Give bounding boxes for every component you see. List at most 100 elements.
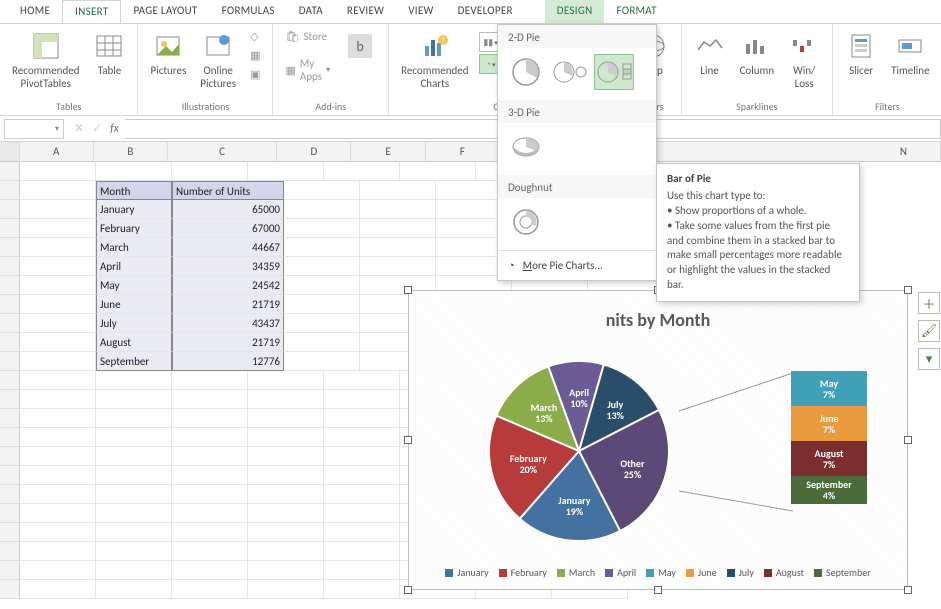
col-header[interactable]: A <box>20 142 94 161</box>
tab-design[interactable]: DESIGN <box>545 0 605 23</box>
table-cell-value[interactable]: 44667 <box>172 238 284 257</box>
tab-format[interactable]: FORMAT <box>604 0 668 23</box>
sparkline-column-button[interactable]: Column <box>736 28 779 79</box>
tab-home[interactable]: HOME <box>8 0 62 23</box>
table-cell-value[interactable]: 21719 <box>172 333 284 352</box>
table-cell-month[interactable]: September <box>96 352 172 371</box>
table-cell-month[interactable]: May <box>96 276 172 295</box>
bar-segment[interactable]: August7% <box>791 441 867 476</box>
secondary-bar-stack[interactable]: May7%June7%August7%September4% <box>791 371 867 504</box>
col-header[interactable]: B <box>94 142 168 161</box>
tab-developer[interactable]: DEVELOPER <box>446 0 525 23</box>
tab-view[interactable]: VIEW <box>396 0 445 23</box>
timeline-button[interactable]: Timeline <box>887 28 933 79</box>
resize-handle[interactable] <box>904 586 912 594</box>
column-headers: A B C D E F G N <box>0 142 941 162</box>
table-cell-value[interactable]: 43437 <box>172 314 284 333</box>
select-all-corner[interactable] <box>0 142 20 161</box>
screenshot-button[interactable]: ▣ <box>246 66 264 83</box>
table-cell-month[interactable]: March <box>96 238 172 257</box>
bing-maps-button[interactable]: b <box>340 28 380 66</box>
more-pie-charts-button[interactable]: ◔ MMore Pie Charts...ore Pie Charts... <box>498 250 656 280</box>
legend-item[interactable]: March <box>557 566 595 579</box>
sparkline-winloss-icon <box>788 30 820 62</box>
table-cell-value[interactable]: 65000 <box>172 200 284 219</box>
name-box[interactable]: ▾ <box>4 119 64 139</box>
legend-item[interactable]: September <box>814 566 871 579</box>
table-cell-month[interactable]: August <box>96 333 172 352</box>
col-header[interactable]: D <box>277 142 351 161</box>
tab-formulas[interactable]: FORMULAS <box>210 0 287 23</box>
sparkline-winloss-button[interactable]: Win/ Loss <box>784 28 824 92</box>
table-cell-month[interactable]: June <box>96 295 172 314</box>
sparkline-column-icon <box>741 30 773 62</box>
chart-styles-button[interactable]: 🖌 <box>918 320 940 342</box>
table-cell-month[interactable]: July <box>96 314 172 333</box>
col-header[interactable]: N <box>867 142 941 161</box>
sparkline-line-button[interactable]: Line <box>690 28 730 79</box>
table-cell-month[interactable]: April <box>96 257 172 276</box>
pie-2d-option[interactable] <box>506 54 546 90</box>
resize-handle[interactable] <box>404 286 412 294</box>
doughnut-option[interactable] <box>506 204 546 240</box>
tab-insert[interactable]: INSERT <box>62 0 121 23</box>
legend-item[interactable]: August <box>764 566 804 579</box>
legend-item[interactable]: January <box>445 566 488 579</box>
bar-segment[interactable]: September4% <box>791 476 867 504</box>
col-header[interactable]: F <box>426 142 500 161</box>
table-cell-value[interactable]: 34359 <box>172 257 284 276</box>
table-cell-value[interactable]: 21719 <box>172 295 284 314</box>
tooltip-bullet: • Show proportions of a whole. <box>667 204 849 219</box>
pie-3d-option[interactable] <box>506 129 546 165</box>
resize-handle[interactable] <box>904 286 912 294</box>
tab-page-layout[interactable]: PAGE LAYOUT <box>121 0 209 23</box>
tab-review[interactable]: REVIEW <box>335 0 396 23</box>
col-header[interactable]: E <box>351 142 425 161</box>
funnel-icon: ▾ <box>926 352 933 367</box>
bar-segment[interactable]: May7% <box>791 371 867 406</box>
shapes-button[interactable]: ◇ <box>246 28 264 45</box>
resize-handle[interactable] <box>404 586 412 594</box>
legend-item[interactable]: May <box>646 566 676 579</box>
recommended-pivottables-button[interactable]: Recommended PivotTables <box>8 28 83 92</box>
resize-handle[interactable] <box>904 436 912 444</box>
embedded-chart[interactable]: nits by Month April10%July13%Other25%Jan… <box>408 290 908 590</box>
chart-elements-button[interactable]: ＋ <box>918 292 940 314</box>
recommended-charts-button[interactable]: ? Recommended Charts <box>397 28 472 92</box>
legend-item[interactable]: July <box>727 566 754 579</box>
col-header[interactable]: C <box>168 142 277 161</box>
table-header-cell[interactable]: Number of Units <box>172 181 284 200</box>
table-button[interactable]: Table <box>89 28 129 79</box>
resize-handle[interactable] <box>404 436 412 444</box>
pie-of-pie-option[interactable] <box>550 54 590 90</box>
table-cell-value[interactable]: 24542 <box>172 276 284 295</box>
pictures-button[interactable]: Pictures <box>146 28 190 79</box>
resize-handle[interactable] <box>654 586 662 594</box>
store-button[interactable]: 🛍Store <box>281 28 334 45</box>
bar-segment[interactable]: June7% <box>791 406 867 441</box>
store-icon: 🛍 <box>285 30 299 43</box>
table-cell-value[interactable]: 67000 <box>172 219 284 238</box>
fx-icon[interactable]: fx <box>110 122 119 136</box>
legend-item[interactable]: February <box>499 566 547 579</box>
pie-plot-area[interactable]: April10%July13%Other25%January19%Februar… <box>479 351 699 551</box>
online-pictures-button[interactable]: Online Pictures <box>196 28 240 92</box>
table-cell-month[interactable]: January <box>96 200 172 219</box>
table-cell-value[interactable]: 12776 <box>172 352 284 371</box>
tab-data[interactable]: DATA <box>287 0 335 23</box>
ribbon-tabs: HOME INSERT PAGE LAYOUT FORMULAS DATA RE… <box>0 0 941 24</box>
slicer-button[interactable]: Slicer <box>841 28 881 79</box>
smartart-button[interactable]: ▦ <box>246 47 264 64</box>
bar-of-pie-option[interactable] <box>594 54 634 90</box>
chart-title[interactable]: nits by Month <box>409 309 907 331</box>
table-cell-month[interactable]: February <box>96 219 172 238</box>
legend-item[interactable]: June <box>686 566 717 579</box>
legend-item[interactable]: April <box>605 566 636 579</box>
chart-filters-button[interactable]: ▾ <box>918 348 940 370</box>
group-label-filters: Filters <box>841 98 933 113</box>
enter-icon[interactable]: ✓ <box>92 121 102 136</box>
cancel-icon[interactable]: ✕ <box>74 121 84 136</box>
myapps-button[interactable]: ▦My Apps▾ <box>281 55 334 85</box>
table-header-cell[interactable]: Month <box>96 181 172 200</box>
chart-legend[interactable]: January February March April May June July Augu… <box>409 566 907 579</box>
